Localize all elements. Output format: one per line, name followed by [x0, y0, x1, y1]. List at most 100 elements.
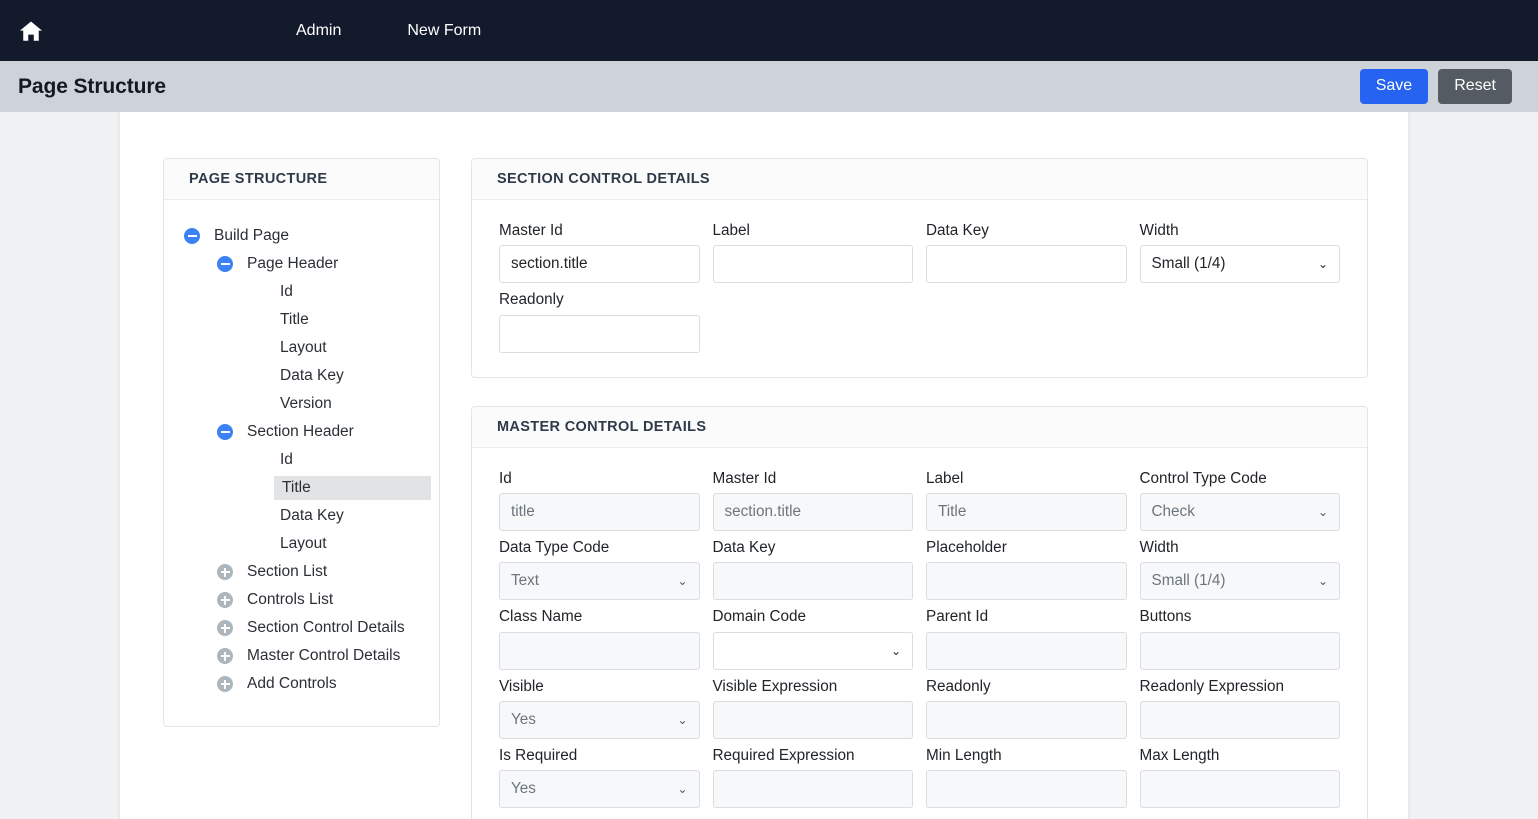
tree-node-label: Id: [280, 283, 293, 301]
input-master-id: section.title: [712, 493, 913, 532]
home-icon: [19, 20, 43, 41]
input-label[interactable]: [712, 245, 913, 284]
nav-links: Admin New Form: [44, 22, 481, 40]
field-placeholder: Placeholder: [926, 539, 1127, 601]
field-readonly: Readonly: [499, 291, 700, 353]
input-readonly-expression: [1139, 701, 1340, 740]
input-data-key[interactable]: [926, 245, 1127, 284]
page-scroll-area: PAGE STRUCTURE Build Page Page Header Id Ti…: [0, 112, 1538, 819]
collapse-node-icon[interactable]: [217, 424, 233, 440]
label-data-type-code: Data Type Code: [499, 539, 610, 557]
input-buttons: [1139, 631, 1340, 670]
field-data-key: Data Key: [926, 222, 1127, 284]
tree-node-controls-list[interactable]: Controls List: [172, 586, 431, 614]
save-button[interactable]: Save: [1359, 69, 1429, 104]
field-master-id: Master Id section.title: [499, 222, 700, 284]
input-id: title: [499, 493, 700, 532]
tree-node-title[interactable]: Title: [172, 474, 431, 502]
label-id: Id: [499, 469, 512, 487]
label-is-required: Is Required: [499, 747, 578, 765]
select-width[interactable]: Small (1/4) ⌄: [1139, 245, 1340, 284]
field-master-id: Master Id section.title: [712, 469, 913, 532]
page-structure-panel: PAGE STRUCTURE Build Page Page Header Id Ti…: [163, 158, 440, 727]
value-master-id: section.title: [511, 255, 588, 273]
section-control-details-header: SECTION CONTROL DETAILS: [472, 159, 1367, 200]
tree-node-section-control-details[interactable]: Section Control Details: [172, 614, 431, 642]
select-control-type-code: Check ⌄: [1139, 493, 1340, 532]
label-width: Width: [1139, 222, 1179, 239]
home-link[interactable]: [18, 18, 44, 44]
tree-node-master-control-details[interactable]: Master Control Details: [172, 642, 431, 670]
chevron-down-icon: ⌄: [1317, 505, 1328, 520]
expand-node-icon[interactable]: [217, 592, 233, 608]
label-control-type-code: Control Type Code: [1139, 469, 1267, 487]
label-master-id: Master Id: [499, 222, 563, 239]
value-is-required: Yes: [511, 780, 536, 798]
master-control-details-grid: Id title Master Id section.title Label Title C…: [499, 470, 1340, 809]
tree-node-label: Section Header: [247, 423, 354, 441]
tree-node-data-key[interactable]: Data Key: [172, 502, 431, 530]
label-visible: Visible: [499, 677, 544, 695]
tree-node-title[interactable]: Title: [172, 306, 431, 334]
expand-node-icon[interactable]: [217, 620, 233, 636]
label-master-id: Master Id: [712, 469, 777, 487]
label-domain-code: Domain Code: [712, 608, 807, 626]
label-max-length: Max Length: [1139, 747, 1220, 765]
page-toolbar: Page Structure Save Reset: [0, 61, 1538, 112]
input-required-expression: [712, 770, 913, 809]
toolbar-actions: Save Reset: [1359, 69, 1512, 104]
tree-node-version[interactable]: Version: [172, 390, 431, 418]
expand-node-icon[interactable]: [217, 564, 233, 580]
input-master-id[interactable]: section.title: [499, 245, 700, 284]
tree-node-layout[interactable]: Layout: [172, 334, 431, 362]
tree-node-label: Title: [280, 311, 309, 329]
field-required-expression: Required Expression: [712, 747, 913, 809]
field-readonly-expression: Readonly Expression: [1139, 678, 1340, 740]
label-data-key: Data Key: [712, 539, 776, 557]
label-required-expression: Required Expression: [712, 747, 855, 765]
details-column: SECTION CONTROL DETAILS Master Id section…: [471, 158, 1368, 819]
value-master-id: section.title: [724, 503, 802, 521]
tree-node-build-page[interactable]: Build Page: [172, 222, 431, 250]
section-control-details-panel: SECTION CONTROL DETAILS Master Id section…: [471, 158, 1368, 378]
collapse-node-icon[interactable]: [217, 256, 233, 272]
value-visible: Yes: [511, 711, 536, 729]
tree-node-data-key[interactable]: Data Key: [172, 362, 431, 390]
tree-node-label: Page Header: [247, 255, 339, 273]
tree-node-id[interactable]: Id: [172, 446, 431, 474]
nav-link-new-form[interactable]: New Form: [407, 22, 481, 40]
tree-node-layout[interactable]: Layout: [172, 530, 431, 558]
value-width: Small (1/4): [1151, 572, 1226, 590]
content-container: PAGE STRUCTURE Build Page Page Header Id Ti…: [120, 112, 1408, 819]
tree-node-label: Id: [280, 451, 293, 469]
reset-button[interactable]: Reset: [1438, 69, 1512, 104]
label-label: Label: [712, 222, 750, 239]
field-data-key: Data Key: [712, 539, 913, 601]
tree-node-section-list[interactable]: Section List: [172, 558, 431, 586]
field-width: Width Small (1/4) ⌄: [1139, 539, 1340, 601]
select-domain-code[interactable]: ⌄: [712, 631, 913, 670]
field-visible: Visible Yes ⌄: [499, 677, 700, 740]
select-data-type-code: Text ⌄: [499, 562, 700, 601]
tree-node-label: Section List: [247, 563, 328, 581]
field-id: Id title: [499, 469, 700, 532]
tree-node-add-controls[interactable]: Add Controls: [172, 670, 431, 698]
section-control-details-grid: Master Id section.title Label Data Key Width…: [499, 222, 1340, 353]
input-readonly[interactable]: [499, 314, 700, 353]
tree-node-page-header[interactable]: Page Header: [172, 250, 431, 278]
master-control-details-panel: MASTER CONTROL DETAILS Id title Master Id s…: [471, 405, 1368, 819]
tree-node-section-header[interactable]: Section Header: [172, 418, 431, 446]
nav-link-admin[interactable]: Admin: [296, 22, 341, 40]
label-buttons: Buttons: [1139, 608, 1192, 626]
field-buttons: Buttons: [1139, 608, 1340, 670]
field-label: Label: [712, 222, 913, 284]
value-id: title: [511, 503, 535, 521]
tree-node-label: Version: [280, 395, 332, 413]
tree-node-id[interactable]: Id: [172, 278, 431, 306]
expand-node-icon[interactable]: [217, 648, 233, 664]
field-visible-expression: Visible Expression: [712, 678, 913, 740]
expand-node-icon[interactable]: [217, 676, 233, 692]
tree-node-label: Master Control Details: [247, 647, 401, 665]
label-label: Label: [926, 469, 964, 487]
collapse-node-icon[interactable]: [184, 228, 200, 244]
